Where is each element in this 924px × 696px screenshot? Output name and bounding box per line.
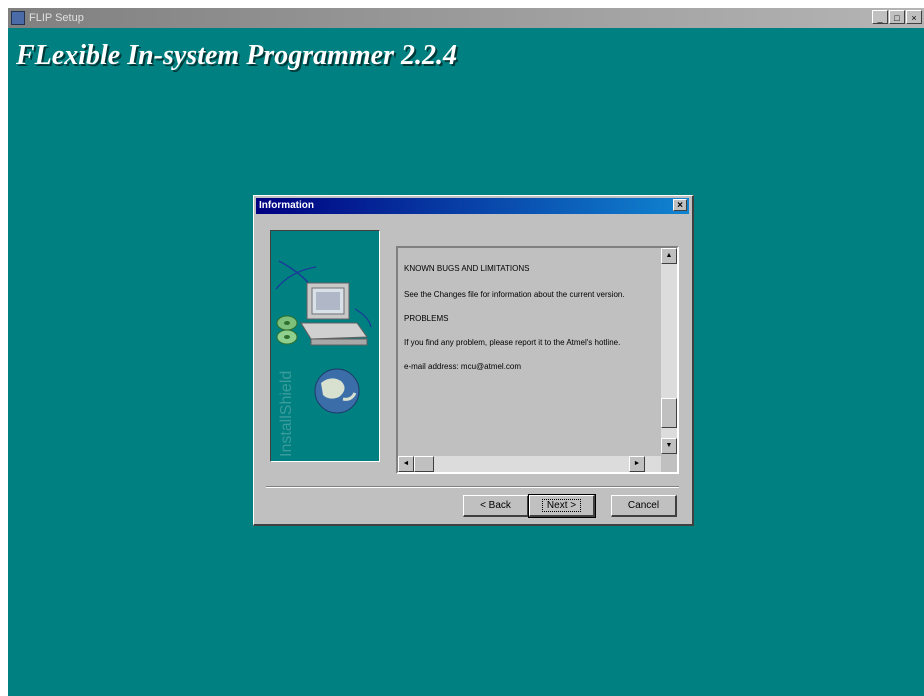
vertical-scroll-thumb[interactable]: [661, 398, 677, 428]
back-button[interactable]: < Back: [463, 495, 529, 517]
scroll-left-icon[interactable]: ◄: [398, 456, 414, 472]
info-line-email: e-mail address: mcu@atmel.com: [404, 362, 522, 371]
horizontal-scroll-thumb[interactable]: [414, 456, 434, 472]
scroll-right-icon[interactable]: ►: [629, 456, 645, 472]
next-button[interactable]: Next >: [528, 494, 596, 518]
info-line-problems: PROBLEMS: [404, 314, 449, 323]
svg-text:InstallShield: InstallShield: [278, 371, 295, 457]
information-dialog: Information × InstallShield KNOWN BUGS A…: [253, 195, 694, 526]
dialog-title: Information: [259, 200, 314, 211]
maximize-button[interactable]: □: [889, 10, 905, 24]
dialog-titlebar[interactable]: Information ×: [256, 198, 689, 214]
installshield-side-image: InstallShield: [270, 230, 380, 462]
vertical-scrollbar[interactable]: ▲ ▼: [661, 248, 677, 454]
info-line-changes: See the Changes file for information abo…: [404, 290, 625, 299]
dialog-close-button[interactable]: ×: [673, 199, 687, 211]
scroll-down-icon[interactable]: ▼: [661, 438, 677, 454]
setup-app-icon: [11, 11, 25, 25]
next-button-label: Next >: [541, 499, 582, 512]
computer-globe-illustration: InstallShield: [275, 260, 372, 457]
information-text-box[interactable]: KNOWN BUGS AND LIMITATIONS See the Chang…: [396, 246, 679, 474]
cancel-button[interactable]: Cancel: [611, 495, 677, 517]
info-line-report: If you find any problem, please report i…: [404, 338, 621, 347]
desktop-background: FLIP Setup _ □ × FLexible In-system Prog…: [8, 8, 924, 696]
close-window-button[interactable]: ×: [906, 10, 922, 24]
setup-window-titlebar[interactable]: FLIP Setup _ □ ×: [8, 8, 924, 28]
scroll-up-icon[interactable]: ▲: [661, 248, 677, 264]
information-text-content: KNOWN BUGS AND LIMITATIONS See the Chang…: [398, 248, 659, 454]
info-line-known-bugs: KNOWN BUGS AND LIMITATIONS: [404, 264, 530, 273]
product-banner-title: FLexible In-system Programmer 2.2.4: [16, 40, 457, 71]
setup-window-title: FLIP Setup: [29, 12, 84, 24]
scrollbar-corner: [661, 456, 677, 472]
button-separator: [266, 486, 679, 488]
minimize-button[interactable]: _: [872, 10, 888, 24]
horizontal-scrollbar[interactable]: ◄ ►: [398, 456, 661, 472]
